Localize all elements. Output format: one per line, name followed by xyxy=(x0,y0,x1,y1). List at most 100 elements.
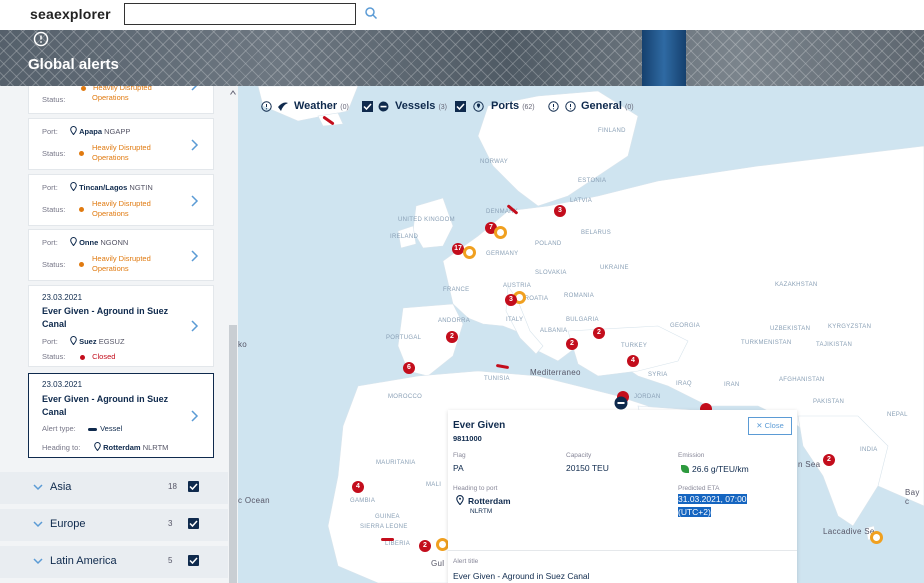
alert-date: 23.03.2021 xyxy=(42,293,83,302)
status-value: Heavily Disrupted Operations xyxy=(92,254,151,273)
map-label: ko xyxy=(238,340,248,349)
port-label: Port: xyxy=(42,238,58,247)
map-label: UKRAINE xyxy=(600,265,629,271)
weather-alert-mark[interactable] xyxy=(381,538,394,541)
filter-weather[interactable]: Weather (0) xyxy=(294,100,349,112)
alert-card[interactable]: Port: Tincan/Lagos NGTIN Status: Heavily… xyxy=(28,174,214,226)
chevron-right-icon[interactable] xyxy=(189,86,199,91)
info-icon[interactable] xyxy=(565,101,576,112)
map-label: LIBERIA xyxy=(385,541,411,547)
map-label: JORDAN xyxy=(634,394,661,400)
flag-label: Flag xyxy=(453,452,466,459)
filter-ports[interactable]: Ports (62) xyxy=(491,100,535,112)
map-label: TURKMENISTAN xyxy=(741,340,792,346)
alert-marker[interactable]: 4 xyxy=(627,355,639,367)
region-checkbox[interactable] xyxy=(188,555,199,566)
port-code: NGTIN xyxy=(129,183,153,192)
alert-card[interactable]: Status: Heavily Disrupted Operations xyxy=(28,86,214,114)
vessel-location-icon[interactable] xyxy=(614,396,628,410)
search-icon[interactable] xyxy=(364,6,378,20)
alert-card-selected[interactable]: 23.03.2021 Ever Given - Aground in Suez … xyxy=(28,373,214,458)
alert-marker[interactable]: 3 xyxy=(554,205,566,217)
region-name: Asia xyxy=(50,481,72,493)
alert-card[interactable]: Port: Onne NGONN Status: Heavily Disrupt… xyxy=(28,229,214,281)
filter-checkbox-ports[interactable] xyxy=(455,101,466,112)
app-logo[interactable]: seaexplorer xyxy=(30,6,111,22)
hero-fence-image xyxy=(0,30,924,86)
region-checkbox[interactable] xyxy=(188,481,199,492)
alert-card[interactable]: 23.03.2021 Ever Given - Aground in Suez … xyxy=(28,285,214,367)
filter-checkbox-vessels[interactable] xyxy=(362,101,373,112)
top-bar: seaexplorer xyxy=(0,0,924,30)
eta-timezone: (UTC+2) xyxy=(678,507,711,517)
port-name: Apapa xyxy=(79,127,103,136)
port-name: Tincan/Lagos xyxy=(79,183,128,192)
close-button[interactable]: ✕ Close xyxy=(748,417,792,435)
map-label: TAJIKISTAN xyxy=(816,342,853,348)
location-pin-icon xyxy=(70,182,77,191)
alert-marker[interactable]: 4 xyxy=(352,481,364,493)
map-label: GEORGIA xyxy=(670,323,701,329)
chevron-down-icon[interactable] xyxy=(33,520,43,528)
sidebar-scrollbar-thumb[interactable] xyxy=(229,325,237,583)
port-marker[interactable] xyxy=(463,246,476,259)
map-label: TURKEY xyxy=(621,343,648,349)
alert-marker[interactable]: 2 xyxy=(566,338,578,350)
chevron-right-icon[interactable] xyxy=(189,195,199,207)
filter-vessels[interactable]: Vessels (3) xyxy=(395,100,447,112)
location-pin-icon xyxy=(70,237,77,246)
region-latin-america[interactable]: Latin America 5 xyxy=(0,546,228,578)
location-pin-icon xyxy=(456,495,464,505)
popup-divider xyxy=(448,550,797,551)
map-label: INDIA xyxy=(860,447,878,453)
alert-marker[interactable]: 6 xyxy=(403,362,415,374)
heading-label: Heading to: xyxy=(42,443,81,452)
alert-marker[interactable]: 2 xyxy=(446,331,458,343)
chevron-right-icon[interactable] xyxy=(189,320,199,332)
status-label: Status: xyxy=(42,95,66,104)
chevron-down-icon[interactable] xyxy=(33,483,43,491)
map-label: PAKISTAN xyxy=(813,399,845,405)
alert-marker[interactable]: 2 xyxy=(419,540,431,552)
map-label: IRAN xyxy=(724,382,740,388)
heading-port-name: Rotterdam xyxy=(468,496,511,506)
info-icon[interactable] xyxy=(33,31,49,47)
map-label: LATVIA xyxy=(570,198,593,204)
chevron-up-icon[interactable] xyxy=(230,90,236,95)
map-label: IRELAND xyxy=(390,234,419,240)
chevron-right-icon[interactable] xyxy=(189,250,199,262)
region-asia[interactable]: Asia 18 xyxy=(0,472,228,504)
map-label: Mediterraneo xyxy=(530,368,581,377)
chevron-right-icon[interactable] xyxy=(189,139,199,151)
emission-value: 26.6 g/TEU/km xyxy=(692,464,749,474)
map-label: FINLAND xyxy=(598,128,626,134)
map-label: GAMBIA xyxy=(350,498,376,504)
info-icon[interactable] xyxy=(261,101,272,112)
leaf-icon xyxy=(681,465,689,473)
alert-marker[interactable]: 2 xyxy=(593,327,605,339)
map-label: AFGHANISTAN xyxy=(779,377,825,383)
heading-port: Rotterdam xyxy=(103,443,141,452)
chevron-down-icon[interactable] xyxy=(33,557,43,565)
map-label: TUNISIA xyxy=(484,376,510,382)
filter-general[interactable]: General (0) xyxy=(581,100,634,112)
alert-marker[interactable]: 3 xyxy=(505,294,517,306)
alert-card[interactable]: Port: Apapa NGAPP Status: Heavily Disrup… xyxy=(28,118,214,170)
map-label: BELARUS xyxy=(581,230,612,236)
search-input[interactable] xyxy=(124,3,356,25)
port-marker[interactable] xyxy=(494,226,507,239)
region-europe[interactable]: Europe 3 xyxy=(0,509,228,541)
map-label: IRAQ xyxy=(676,381,692,387)
chevron-right-icon[interactable] xyxy=(189,410,199,422)
map-label: Laccadive Se xyxy=(823,527,875,536)
map-label: c Ocean xyxy=(238,496,270,505)
port-marker[interactable] xyxy=(870,531,883,544)
alert-title-label: Alert title xyxy=(453,558,479,565)
alert-marker[interactable]: 2 xyxy=(823,454,835,466)
status-value: Heavily Disrupted Operations xyxy=(92,199,151,218)
region-checkbox[interactable] xyxy=(188,518,199,529)
weather-icon xyxy=(278,102,288,111)
capacity-label: Capacity xyxy=(566,452,592,459)
status-dot xyxy=(80,354,86,360)
map-label: UZBEKISTAN xyxy=(770,326,811,332)
